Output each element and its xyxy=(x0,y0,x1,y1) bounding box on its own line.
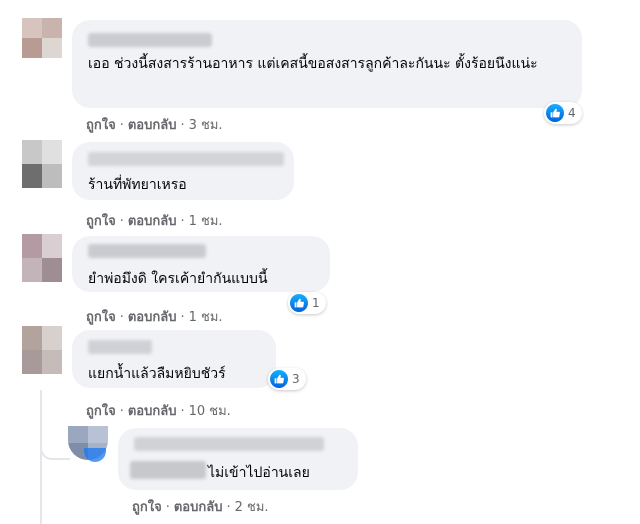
thread-line xyxy=(40,390,42,524)
like-thumb-icon xyxy=(546,104,564,122)
comment-time[interactable]: 2 ชม. xyxy=(235,496,269,517)
comment-actions: ถูกใจ · ตอบกลับ · 2 ชม. xyxy=(132,496,269,517)
avatar[interactable] xyxy=(22,326,62,374)
comment-time[interactable]: 3 ชม. xyxy=(189,114,223,135)
separator-dot: · xyxy=(180,404,185,419)
reaction-count: 4 xyxy=(568,106,576,120)
reaction-count: 3 xyxy=(292,372,300,386)
separator-dot: · xyxy=(119,214,124,229)
separator-dot: · xyxy=(119,310,124,325)
reaction-badge[interactable]: 4 xyxy=(544,102,582,124)
commenter-name-blurred[interactable] xyxy=(130,461,206,479)
avatar[interactable] xyxy=(22,18,62,58)
comment-text: เออ ช่วงนี้สงสารร้านอาหาร แต่เคสนี้ขอสงส… xyxy=(88,56,538,72)
like-thumb-icon xyxy=(270,370,288,388)
reply-link[interactable]: ตอบกลับ xyxy=(128,114,177,135)
avatar[interactable] xyxy=(22,140,62,188)
reply-link[interactable]: ตอบกลับ xyxy=(128,400,177,421)
separator-dot: · xyxy=(226,500,231,515)
separator-dot: · xyxy=(180,118,185,133)
like-link[interactable]: ถูกใจ xyxy=(86,114,116,135)
reaction-count: 1 xyxy=(312,296,320,310)
commenter-name-blurred[interactable] xyxy=(88,33,212,47)
commenter-name-blurred[interactable] xyxy=(134,437,324,451)
comment-actions: ถูกใจ · ตอบกลับ · 3 ชม. xyxy=(86,114,223,135)
comment-time[interactable]: 1 ชม. xyxy=(189,306,223,327)
avatar[interactable] xyxy=(22,234,62,282)
like-link[interactable]: ถูกใจ xyxy=(86,306,116,327)
comment-actions: ถูกใจ · ตอบกลับ · 1 ชม. xyxy=(86,306,223,327)
like-link[interactable]: ถูกใจ xyxy=(86,400,116,421)
comment-time[interactable]: 1 ชม. xyxy=(189,210,223,231)
separator-dot: · xyxy=(119,118,124,133)
thread-curve xyxy=(40,440,70,460)
commenter-name-blurred[interactable] xyxy=(88,340,152,354)
reaction-badge[interactable]: 1 xyxy=(288,292,326,314)
comment-text: แยกน้ำแล้วลืมหยิบชัวร์ xyxy=(88,366,226,382)
like-link[interactable]: ถูกใจ xyxy=(86,210,116,231)
separator-dot: · xyxy=(165,500,170,515)
like-thumb-icon xyxy=(290,294,308,312)
comment-time[interactable]: 10 ชม. xyxy=(189,400,231,421)
comment-text: ไม่เข้าไปอ่านเลย xyxy=(208,465,310,481)
like-link[interactable]: ถูกใจ xyxy=(132,496,162,517)
comment-actions: ถูกใจ · ตอบกลับ · 1 ชม. xyxy=(86,210,223,231)
commenter-name-blurred[interactable] xyxy=(88,152,284,166)
separator-dot: · xyxy=(180,214,185,229)
comment-actions: ถูกใจ · ตอบกลับ · 10 ชม. xyxy=(86,400,231,421)
separator-dot: · xyxy=(180,310,185,325)
reaction-badge[interactable]: 3 xyxy=(268,368,306,390)
reply-link[interactable]: ตอบกลับ xyxy=(128,210,177,231)
reply-link[interactable]: ตอบกลับ xyxy=(128,306,177,327)
commenter-name-blurred[interactable] xyxy=(88,244,206,258)
reply-link[interactable]: ตอบกลับ xyxy=(174,496,223,517)
comment-text: ยำพ่อมึงดิ ใครเค้ายำกันแบบนี้ xyxy=(88,271,268,287)
comment-text: ร้านที่พัทยาเหรอ xyxy=(88,177,187,193)
separator-dot: · xyxy=(119,404,124,419)
